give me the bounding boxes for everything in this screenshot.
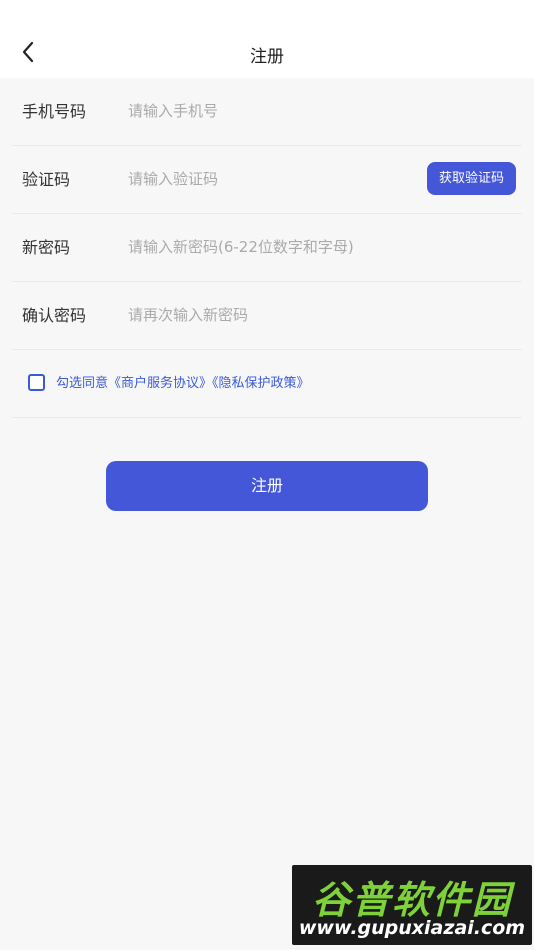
new-password-row: 新密码 (12, 214, 522, 282)
watermark-title: 谷普软件园 (311, 878, 512, 922)
agreement-prefix[interactable]: 勾选同意 (56, 376, 108, 391)
register-form: 手机号码 验证码 获取验证码 新密码 确认密码 勾选同意《商户服务协议》《隐私保… (12, 78, 522, 418)
new-password-input[interactable] (128, 232, 508, 262)
confirm-password-row: 确认密码 (12, 282, 522, 350)
app-header: 注册 (0, 0, 534, 78)
code-label: 验证码 (22, 170, 71, 189)
page-title: 注册 (250, 47, 284, 67)
watermark-url: www.gupuxiazai.com (298, 917, 526, 939)
register-button[interactable]: 注册 (106, 461, 428, 511)
phone-label: 手机号码 (22, 102, 87, 121)
code-row: 验证码 获取验证码 (12, 146, 522, 214)
new-password-label: 新密码 (22, 238, 71, 257)
code-input[interactable] (128, 164, 408, 194)
watermark-logo: 谷普软件园 www.gupuxiazai.com (292, 865, 532, 945)
merchant-agreement-link[interactable]: 《商户服务协议》 (108, 376, 212, 391)
agreement-row: 勾选同意《商户服务协议》《隐私保护政策》 (12, 350, 522, 418)
phone-input[interactable] (128, 96, 408, 126)
confirm-password-input[interactable] (128, 300, 508, 330)
agreement-checkbox[interactable] (28, 374, 45, 391)
get-code-button[interactable]: 获取验证码 (426, 162, 516, 195)
privacy-policy-link[interactable]: 《隐私保护政策》 (212, 376, 310, 391)
confirm-password-label: 确认密码 (22, 306, 87, 325)
agreement-text: 勾选同意《商户服务协议》《隐私保护政策》 (56, 350, 310, 417)
phone-row: 手机号码 (12, 78, 522, 146)
